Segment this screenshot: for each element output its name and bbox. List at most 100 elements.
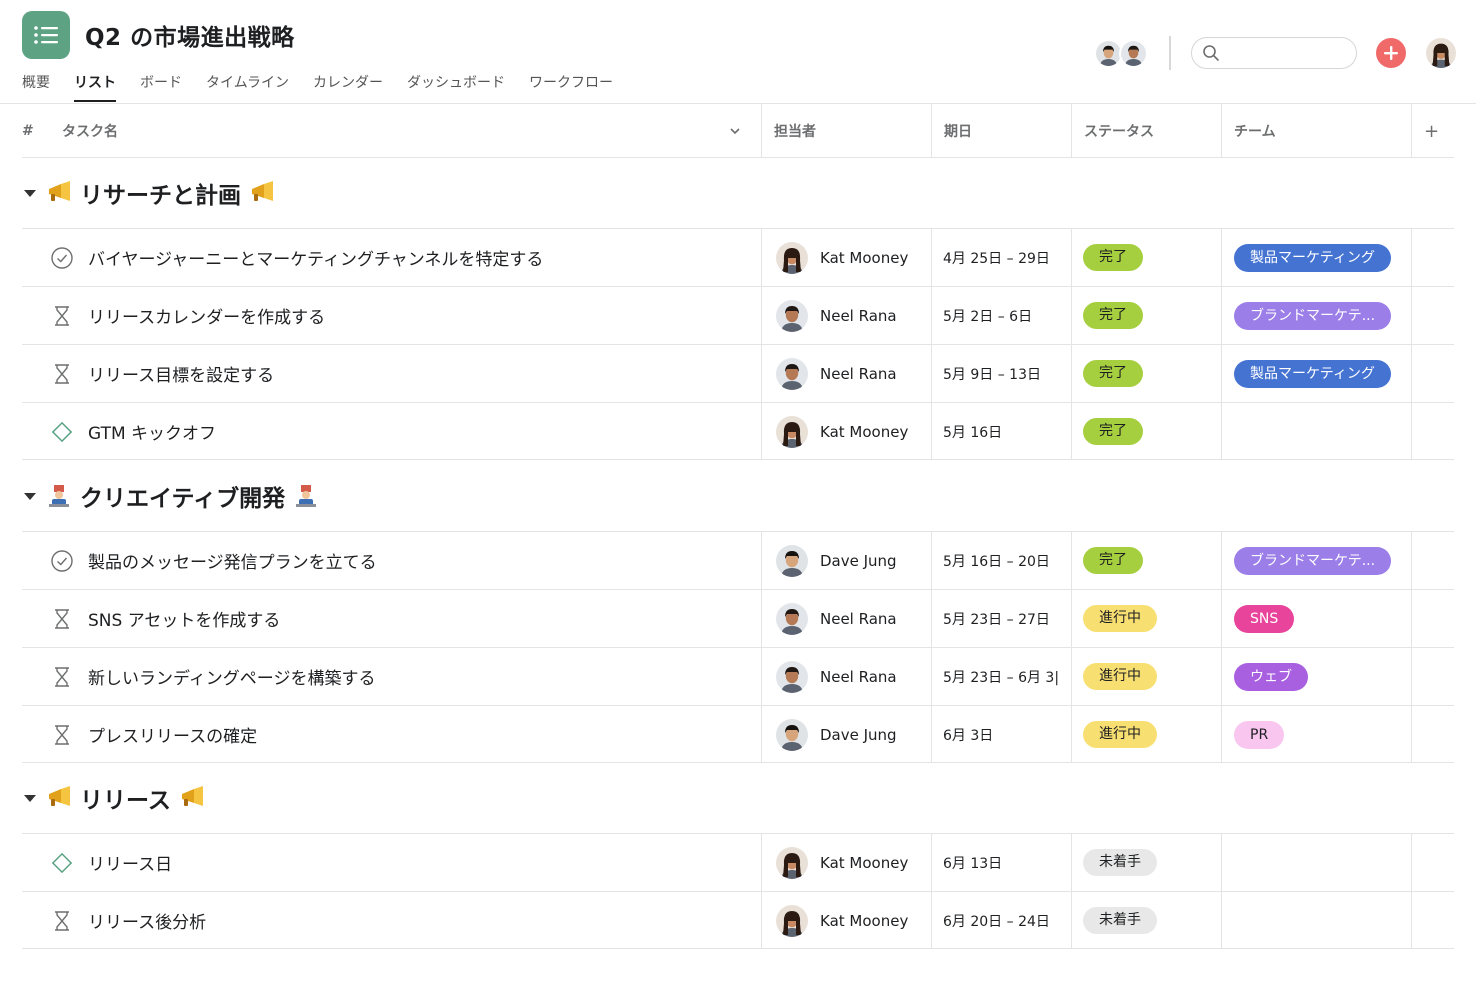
tab-4[interactable]: カレンダー [313, 70, 383, 104]
status-cell[interactable]: 完了 [1083, 403, 1223, 460]
due-date-cell[interactable]: 4月 25日 – 29日 [943, 229, 1073, 286]
task-row[interactable]: リリース目標を設定する Neel Rana 5月 9日 – 13日 完了 製品マーケティ… [22, 344, 1454, 402]
hourglass-icon[interactable] [50, 607, 74, 631]
tab-5[interactable]: ダッシュボード [407, 70, 505, 104]
hourglass-icon[interactable] [50, 723, 74, 747]
due-date-cell[interactable]: 5月 16日 [943, 403, 1073, 460]
check-circle-icon[interactable] [50, 246, 74, 270]
team-cell[interactable]: SNS [1234, 590, 1419, 647]
status-cell[interactable]: 完了 [1083, 229, 1223, 286]
column-header-due-date[interactable]: 期日 [944, 104, 972, 158]
due-date-cell[interactable]: 5月 2日 – 6日 [943, 287, 1073, 344]
team-cell[interactable]: ウェブ [1234, 648, 1419, 705]
search-box[interactable] [1191, 37, 1357, 69]
assignee-cell[interactable]: Neel Rana [776, 345, 936, 402]
hourglass-icon[interactable] [50, 665, 74, 689]
section-header[interactable]: リリース [22, 763, 205, 833]
task-name-cell[interactable]: バイヤージャーニーとマーケティングチャンネルを特定する [50, 229, 750, 286]
team-cell[interactable] [1234, 892, 1419, 949]
team-tag[interactable]: 製品マーケティング [1234, 243, 1391, 272]
due-date-cell[interactable]: 6月 3日 [943, 706, 1073, 763]
task-name-cell[interactable]: 新しいランディングページを構築する [50, 648, 750, 705]
team-cell[interactable]: ブランドマーケテ... [1234, 287, 1419, 344]
due-date-cell[interactable]: 5月 23日 – 27日 [943, 590, 1073, 647]
status-cell[interactable]: 完了 [1083, 287, 1223, 344]
task-row[interactable]: GTM キックオフ Kat Mooney 5月 16日 完了 [22, 402, 1454, 460]
due-date-cell[interactable]: 5月 16日 – 20日 [943, 532, 1073, 589]
task-name-cell[interactable]: リリースカレンダーを作成する [50, 287, 750, 344]
assignee-cell[interactable]: Neel Rana [776, 287, 936, 344]
avatar[interactable] [1119, 39, 1148, 68]
task-name-cell[interactable]: リリース日 [50, 834, 750, 891]
due-date-cell[interactable]: 6月 20日 – 24日 [943, 892, 1073, 949]
team-tag[interactable]: SNS [1234, 604, 1295, 633]
team-tag[interactable]: 製品マーケティング [1234, 359, 1391, 388]
team-tag[interactable]: ウェブ [1234, 662, 1308, 691]
add-column-button[interactable]: + [1424, 104, 1439, 158]
status-cell[interactable]: 進行中 [1083, 706, 1223, 763]
column-header-team[interactable]: チーム [1234, 104, 1276, 158]
section-header[interactable]: クリエイティブ開発 [22, 461, 319, 531]
assignee-cell[interactable]: Kat Mooney [776, 403, 936, 460]
status-cell[interactable]: 完了 [1083, 345, 1223, 402]
status-cell[interactable]: 未着手 [1083, 892, 1223, 949]
task-row[interactable]: リリースカレンダーを作成する Neel Rana 5月 2日 – 6日 完了 ブランドマ… [22, 286, 1454, 344]
hourglass-icon[interactable] [50, 304, 74, 328]
hourglass-icon[interactable] [50, 909, 74, 933]
task-name-cell[interactable]: リリース後分析 [50, 892, 750, 949]
status-cell[interactable]: 未着手 [1083, 834, 1223, 891]
team-cell[interactable]: PR [1234, 706, 1419, 763]
column-header-task-name[interactable]: タスク名 [62, 104, 118, 158]
task-row[interactable]: SNS アセットを作成する Neel Rana 5月 23日 – 27日 進行中 SNS [22, 589, 1454, 647]
team-cell[interactable]: ブランドマーケテ... [1234, 532, 1419, 589]
task-row[interactable]: プレスリリースの確定 Dave Jung 6月 3日 進行中 PR [22, 705, 1454, 763]
status-cell[interactable]: 進行中 [1083, 648, 1223, 705]
task-name-cell[interactable]: 製品のメッセージ発信プランを立てる [50, 532, 750, 589]
team-cell[interactable] [1234, 403, 1419, 460]
column-header-status[interactable]: ステータス [1084, 104, 1154, 158]
due-date-cell[interactable]: 5月 23日 – 6月 3| [943, 648, 1073, 705]
caret-down-icon[interactable] [24, 492, 36, 500]
search-input[interactable] [1226, 42, 1350, 64]
assignee-cell[interactable]: Dave Jung [776, 706, 936, 763]
assignee-cell[interactable]: Kat Mooney [776, 834, 936, 891]
task-row[interactable]: 製品のメッセージ発信プランを立てる Dave Jung 5月 16日 – 20日 完了… [22, 531, 1454, 589]
assignee-cell[interactable]: Dave Jung [776, 532, 936, 589]
add-button[interactable] [1376, 38, 1406, 68]
assignee-cell[interactable]: Kat Mooney [776, 229, 936, 286]
project-members[interactable] [1094, 39, 1148, 68]
task-row[interactable]: リリース後分析 Kat Mooney 6月 20日 – 24日 未着手 [22, 891, 1454, 949]
assignee-cell[interactable]: Neel Rana [776, 590, 936, 647]
tab-0[interactable]: 概要 [22, 70, 50, 104]
caret-down-icon[interactable] [24, 794, 36, 802]
column-sort-chevron-icon[interactable] [728, 104, 742, 158]
section-header[interactable]: リサーチと計画 [22, 158, 275, 228]
check-circle-icon[interactable] [50, 549, 74, 573]
caret-down-icon[interactable] [24, 189, 36, 197]
column-header-assignee[interactable]: 担当者 [774, 104, 816, 158]
team-tag[interactable]: ブランドマーケテ... [1234, 546, 1392, 575]
diamond-icon[interactable] [50, 420, 74, 444]
task-row[interactable]: リリース日 Kat Mooney 6月 13日 未着手 [22, 833, 1454, 891]
project-icon[interactable] [22, 11, 70, 59]
status-cell[interactable]: 完了 [1083, 532, 1223, 589]
task-name-cell[interactable]: SNS アセットを作成する [50, 590, 750, 647]
due-date-cell[interactable]: 5月 9日 – 13日 [943, 345, 1073, 402]
task-name-cell[interactable]: GTM キックオフ [50, 403, 750, 460]
team-cell[interactable]: 製品マーケティング [1234, 229, 1419, 286]
assignee-cell[interactable]: Kat Mooney [776, 892, 936, 949]
diamond-icon[interactable] [50, 851, 74, 875]
status-cell[interactable]: 進行中 [1083, 590, 1223, 647]
team-tag[interactable]: ブランドマーケテ... [1234, 301, 1392, 330]
team-cell[interactable] [1234, 834, 1419, 891]
task-name-cell[interactable]: プレスリリースの確定 [50, 706, 750, 763]
hourglass-icon[interactable] [50, 362, 74, 386]
tab-1[interactable]: リスト [74, 70, 116, 104]
task-name-cell[interactable]: リリース目標を設定する [50, 345, 750, 402]
tab-2[interactable]: ボード [140, 70, 182, 104]
assignee-cell[interactable]: Neel Rana [776, 648, 936, 705]
team-tag[interactable]: PR [1234, 720, 1285, 749]
tab-6[interactable]: ワークフロー [529, 70, 613, 104]
task-row[interactable]: 新しいランディングページを構築する Neel Rana 5月 23日 – 6月 3|… [22, 647, 1454, 705]
due-date-cell[interactable]: 6月 13日 [943, 834, 1073, 891]
